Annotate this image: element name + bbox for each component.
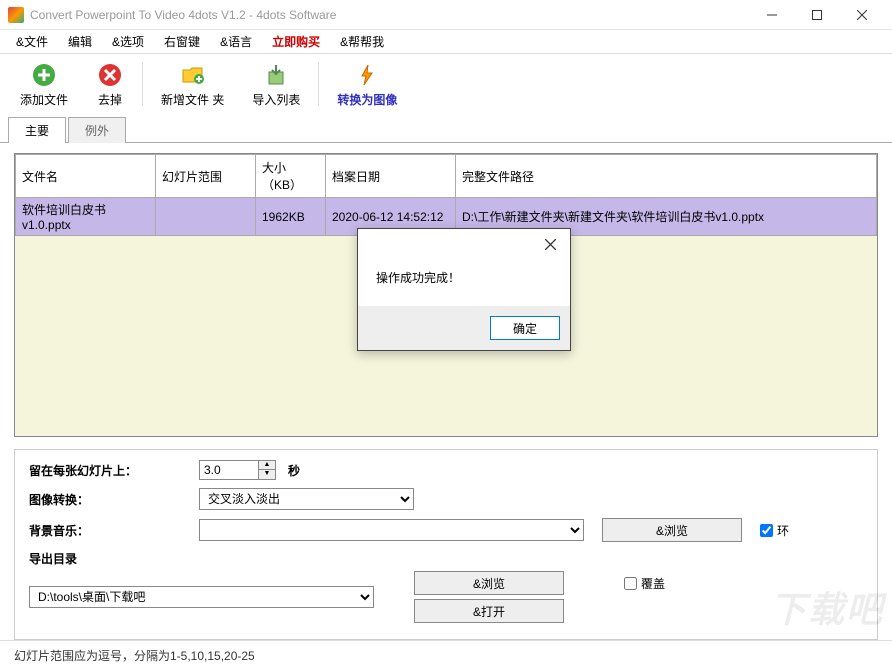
stay-unit: 秒: [288, 462, 300, 479]
maximize-button[interactable]: [794, 1, 839, 29]
cell-size: 1962KB: [256, 198, 326, 236]
tab-strip: 主要 例外: [0, 116, 892, 143]
dialog-message: 操作成功完成！: [376, 269, 552, 286]
menu-edit[interactable]: 编辑: [58, 30, 102, 53]
export-label: 导出目录: [29, 550, 199, 567]
new-folder-label: 新增文件 夹: [161, 91, 224, 108]
bgm-select[interactable]: [199, 519, 584, 541]
col-range[interactable]: 幻灯片范围: [156, 155, 256, 198]
window-title: Convert Powerpoint To Video 4dots V1.2 -…: [30, 8, 749, 22]
remove-icon: [96, 61, 124, 89]
menu-rightkey[interactable]: 右窗键: [154, 30, 210, 53]
stay-label: 留在每张幻灯片上：: [29, 462, 199, 479]
menubar: &文件 编辑 &选项 右窗键 &语言 立即购买 &帮帮我: [0, 30, 892, 54]
success-dialog: 操作成功完成！ 确定: [357, 228, 571, 351]
transition-select[interactable]: 交叉淡入淡出: [199, 488, 414, 510]
import-list-button[interactable]: 导入列表: [238, 59, 314, 110]
toolbar-separator: [318, 62, 319, 106]
export-open-button[interactable]: &打开: [414, 599, 564, 623]
close-button[interactable]: [839, 1, 884, 29]
add-file-button[interactable]: 添加文件: [6, 59, 82, 110]
menu-language[interactable]: &语言: [210, 30, 262, 53]
titlebar: Convert Powerpoint To Video 4dots V1.2 -…: [0, 0, 892, 30]
bgm-browse-button[interactable]: &浏览: [602, 518, 742, 542]
spin-down-icon[interactable]: ▼: [259, 470, 275, 479]
stay-spinner[interactable]: ▲▼: [199, 460, 276, 480]
menu-help[interactable]: &帮帮我: [330, 30, 394, 53]
overwrite-label: 覆盖: [641, 575, 665, 592]
import-list-label: 导入列表: [252, 91, 300, 108]
col-size[interactable]: 大小（KB）: [256, 155, 326, 198]
lightning-icon: [353, 61, 381, 89]
folder-icon: [179, 61, 207, 89]
spin-up-icon[interactable]: ▲: [259, 461, 275, 470]
bgm-label: 背景音乐：: [29, 522, 199, 539]
export-browse-button[interactable]: &浏览: [414, 571, 564, 595]
dialog-close-button[interactable]: [536, 233, 564, 255]
cell-name: 软件培训白皮书v1.0.pptx: [16, 198, 156, 236]
statusbar: 幻灯片范围应为逗号，分隔为1-5,10,15,20-25: [0, 640, 892, 670]
convert-to-image-button[interactable]: 转换为图像: [323, 59, 411, 110]
menu-buy[interactable]: 立即购买: [262, 30, 330, 53]
toolbar-separator: [142, 62, 143, 106]
loop-checkbox[interactable]: 环: [760, 522, 789, 539]
remove-button[interactable]: 去掉: [82, 59, 138, 110]
overwrite-check-input[interactable]: [624, 577, 637, 590]
minimize-button[interactable]: [749, 1, 794, 29]
convert-label: 转换为图像: [337, 91, 397, 108]
add-file-label: 添加文件: [20, 91, 68, 108]
new-folder-button[interactable]: 新增文件 夹: [147, 59, 238, 110]
dialog-ok-button[interactable]: 确定: [490, 316, 560, 340]
toolbar: 添加文件 去掉 新增文件 夹 导入列表 转换为图像: [0, 54, 892, 114]
transition-label: 图像转换：: [29, 491, 199, 508]
export-dir-select[interactable]: D:\tools\桌面\下载吧: [29, 586, 374, 608]
col-path[interactable]: 完整文件路径: [456, 155, 877, 198]
cell-range: [156, 198, 256, 236]
loop-label: 环: [777, 522, 789, 539]
remove-label: 去掉: [98, 91, 122, 108]
add-icon: [30, 61, 58, 89]
settings-panel: 留在每张幻灯片上： ▲▼ 秒 图像转换： 交叉淡入淡出 背景音乐： &浏览 环 …: [14, 449, 878, 640]
overwrite-checkbox[interactable]: 覆盖: [624, 575, 665, 592]
import-icon: [262, 61, 290, 89]
col-name[interactable]: 文件名: [16, 155, 156, 198]
col-date[interactable]: 档案日期: [326, 155, 456, 198]
file-table: 文件名 幻灯片范围 大小（KB） 档案日期 完整文件路径 软件培训白皮书v1.0…: [15, 154, 877, 236]
loop-check-input[interactable]: [760, 524, 773, 537]
tab-exception[interactable]: 例外: [68, 117, 126, 143]
tab-main[interactable]: 主要: [8, 117, 66, 143]
menu-file[interactable]: &文件: [6, 30, 58, 53]
stay-input[interactable]: [199, 460, 259, 480]
menu-options[interactable]: &选项: [102, 30, 154, 53]
app-icon: [8, 7, 24, 23]
